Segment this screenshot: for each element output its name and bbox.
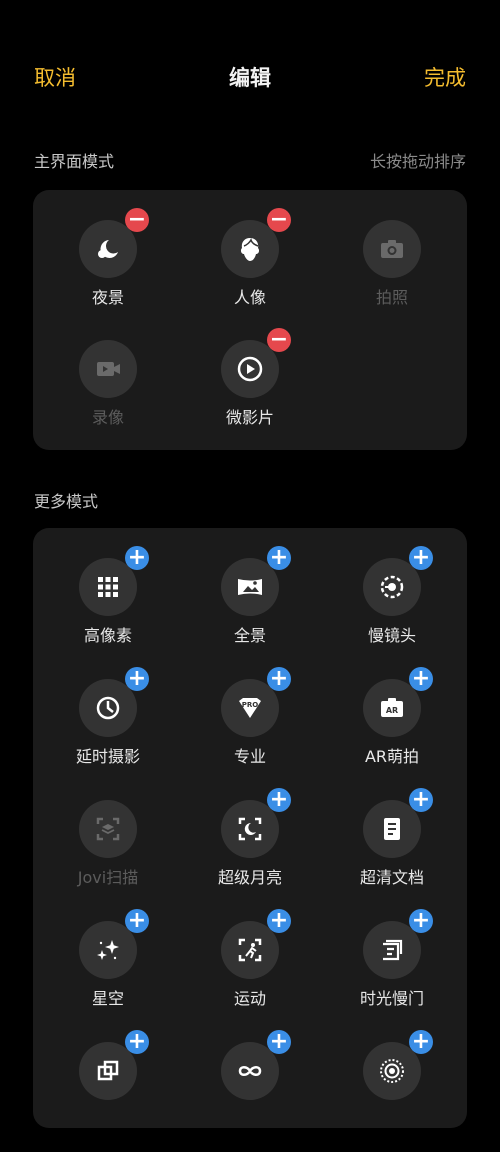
mode-label: 拍照 xyxy=(375,288,408,307)
mode-tile-starry[interactable]: + 星空 xyxy=(37,909,177,1031)
mode-tile-sport[interactable]: + 运动 xyxy=(179,909,319,1031)
remove-badge[interactable]: − xyxy=(267,328,291,352)
mode-tile-panorama[interactable]: + 全景 xyxy=(179,546,319,668)
video-icon xyxy=(79,340,137,398)
mode-label: 微影片 xyxy=(225,408,274,427)
add-badge[interactable]: + xyxy=(267,546,291,570)
remove-badge[interactable]: − xyxy=(125,208,149,232)
mode-tile-night[interactable]: − 夜景 xyxy=(37,208,177,330)
mode-label: 运动 xyxy=(233,989,266,1008)
mode-tile-photo: 拍照 xyxy=(321,220,461,330)
mode-label: 夜景 xyxy=(91,288,124,307)
done-button[interactable]: 完成 xyxy=(424,62,466,92)
more-modes-title: 更多模式 xyxy=(34,492,99,511)
add-badge[interactable]: + xyxy=(125,1030,149,1054)
main-modes-title: 主界面模式 xyxy=(34,152,115,171)
mode-label: AR萌拍 xyxy=(364,747,420,766)
svg-text:PRO: PRO xyxy=(242,701,259,709)
mode-tile-ar[interactable]: AR + AR萌拍 xyxy=(321,667,461,789)
remove-badge[interactable]: − xyxy=(267,208,291,232)
mode-tile-high-pixel[interactable]: + 高像素 xyxy=(37,546,177,668)
main-modes-panel: − 夜景 − 人像 拍照 录像 − 微影片 xyxy=(33,190,467,450)
mode-label: Jovi扫描 xyxy=(77,868,139,887)
mode-tile-movie[interactable]: − 微影片 xyxy=(179,328,319,450)
mode-tile-jovi-scan: Jovi扫描 xyxy=(37,800,177,910)
header: 取消 编辑 完成 xyxy=(0,0,500,150)
add-badge[interactable]: + xyxy=(409,788,433,812)
add-badge[interactable]: + xyxy=(409,546,433,570)
mode-tile-double-exposure[interactable]: + xyxy=(37,1030,177,1152)
mode-tile-super-moon[interactable]: + 超级月亮 xyxy=(179,788,319,910)
camera-icon xyxy=(363,220,421,278)
add-badge[interactable]: + xyxy=(409,909,433,933)
mode-label: 延时摄影 xyxy=(75,747,140,766)
mode-label: 全景 xyxy=(233,626,266,645)
mode-tile-portrait[interactable]: − 人像 xyxy=(179,208,319,330)
mode-tile-video: 录像 xyxy=(37,340,177,450)
mode-tile-infinity[interactable]: + xyxy=(179,1030,319,1152)
mode-label: 录像 xyxy=(91,408,124,427)
mode-tile-slowmo[interactable]: + 慢镜头 xyxy=(321,546,461,668)
mode-label: 专业 xyxy=(233,747,266,766)
mode-label: 超清文档 xyxy=(359,868,424,887)
add-badge[interactable]: + xyxy=(267,788,291,812)
mode-tile-slow-shutter[interactable]: + 时光慢门 xyxy=(321,909,461,1031)
mode-tile-circle[interactable]: + xyxy=(321,1030,461,1152)
add-badge[interactable]: + xyxy=(125,546,149,570)
mode-tile-pro[interactable]: PRO + 专业 xyxy=(179,667,319,789)
sort-hint: 长按拖动排序 xyxy=(369,152,466,171)
scan-icon xyxy=(79,800,137,858)
mode-label: 人像 xyxy=(233,288,266,307)
mode-tile-timelapse[interactable]: + 延时摄影 xyxy=(37,667,177,789)
add-badge[interactable]: + xyxy=(409,667,433,691)
add-badge[interactable]: + xyxy=(267,667,291,691)
add-badge[interactable]: + xyxy=(125,667,149,691)
add-badge[interactable]: + xyxy=(409,1030,433,1054)
add-badge[interactable]: + xyxy=(267,1030,291,1054)
mode-label: 超级月亮 xyxy=(217,868,282,887)
mode-label: 时光慢门 xyxy=(359,989,424,1008)
mode-tile-document[interactable]: + 超清文档 xyxy=(321,788,461,910)
more-modes-panel: + 高像素 + 全景 + 慢镜头 + 延时摄影 PRO + 专业 AR + AR xyxy=(33,528,467,1128)
mode-label: 慢镜头 xyxy=(367,626,416,645)
svg-text:AR: AR xyxy=(386,706,398,715)
add-badge[interactable]: + xyxy=(267,909,291,933)
mode-label: 高像素 xyxy=(83,626,132,645)
add-badge[interactable]: + xyxy=(125,909,149,933)
mode-label: 星空 xyxy=(91,989,124,1008)
